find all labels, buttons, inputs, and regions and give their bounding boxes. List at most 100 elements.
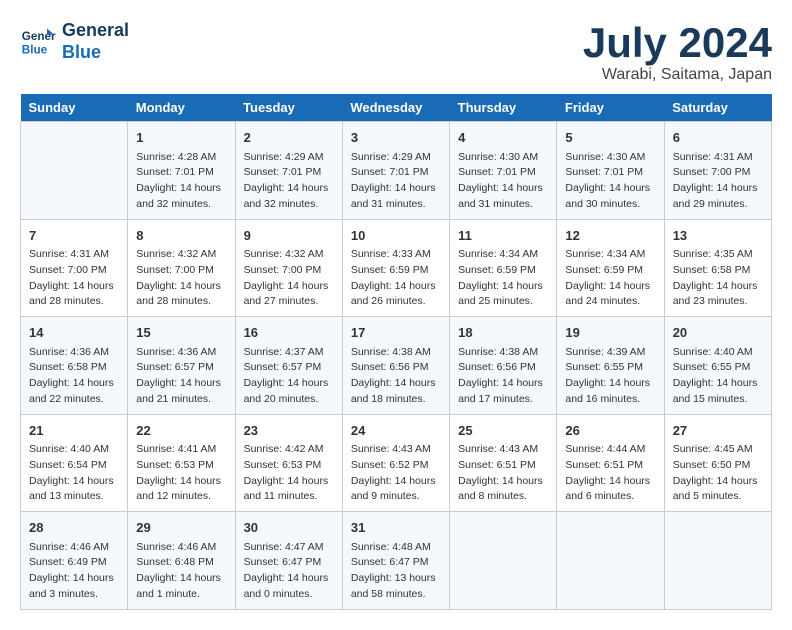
calendar-cell: 16Sunrise: 4:37 AM Sunset: 6:57 PM Dayli… [235,317,342,415]
day-info: Sunrise: 4:29 AM Sunset: 7:01 PM Dayligh… [351,150,441,213]
day-number: 6 [673,128,763,148]
day-number: 1 [136,128,226,148]
day-number: 17 [351,323,441,343]
calendar-cell: 22Sunrise: 4:41 AM Sunset: 6:53 PM Dayli… [128,414,235,512]
day-info: Sunrise: 4:38 AM Sunset: 6:56 PM Dayligh… [351,345,441,408]
calendar-cell: 25Sunrise: 4:43 AM Sunset: 6:51 PM Dayli… [450,414,557,512]
day-number: 26 [565,421,655,441]
calendar-cell: 10Sunrise: 4:33 AM Sunset: 6:59 PM Dayli… [342,219,449,317]
day-info: Sunrise: 4:40 AM Sunset: 6:54 PM Dayligh… [29,442,119,505]
day-number: 9 [244,226,334,246]
calendar-cell: 3Sunrise: 4:29 AM Sunset: 7:01 PM Daylig… [342,122,449,220]
main-title: July 2024 [583,20,772,66]
day-number: 10 [351,226,441,246]
svg-text:Blue: Blue [22,43,48,56]
calendar-cell: 26Sunrise: 4:44 AM Sunset: 6:51 PM Dayli… [557,414,664,512]
calendar-cell: 29Sunrise: 4:46 AM Sunset: 6:48 PM Dayli… [128,512,235,610]
day-info: Sunrise: 4:32 AM Sunset: 7:00 PM Dayligh… [244,247,334,310]
calendar-cell: 28Sunrise: 4:46 AM Sunset: 6:49 PM Dayli… [21,512,128,610]
day-info: Sunrise: 4:31 AM Sunset: 7:00 PM Dayligh… [673,150,763,213]
day-number: 20 [673,323,763,343]
calendar-day-header: Monday [128,94,235,122]
day-info: Sunrise: 4:48 AM Sunset: 6:47 PM Dayligh… [351,540,441,603]
calendar-cell: 17Sunrise: 4:38 AM Sunset: 6:56 PM Dayli… [342,317,449,415]
calendar-header-row: SundayMondayTuesdayWednesdayThursdayFrid… [21,94,772,122]
day-number: 3 [351,128,441,148]
calendar-cell: 24Sunrise: 4:43 AM Sunset: 6:52 PM Dayli… [342,414,449,512]
day-number: 22 [136,421,226,441]
day-info: Sunrise: 4:34 AM Sunset: 6:59 PM Dayligh… [565,247,655,310]
calendar-cell: 31Sunrise: 4:48 AM Sunset: 6:47 PM Dayli… [342,512,449,610]
day-info: Sunrise: 4:28 AM Sunset: 7:01 PM Dayligh… [136,150,226,213]
calendar-cell [557,512,664,610]
calendar-week-row: 21Sunrise: 4:40 AM Sunset: 6:54 PM Dayli… [21,414,772,512]
day-info: Sunrise: 4:43 AM Sunset: 6:51 PM Dayligh… [458,442,548,505]
logo: General Blue General Blue [20,20,129,63]
day-info: Sunrise: 4:38 AM Sunset: 6:56 PM Dayligh… [458,345,548,408]
day-number: 28 [29,518,119,538]
day-number: 15 [136,323,226,343]
calendar-week-row: 7Sunrise: 4:31 AM Sunset: 7:00 PM Daylig… [21,219,772,317]
calendar-cell: 5Sunrise: 4:30 AM Sunset: 7:01 PM Daylig… [557,122,664,220]
day-info: Sunrise: 4:29 AM Sunset: 7:01 PM Dayligh… [244,150,334,213]
day-number: 31 [351,518,441,538]
calendar-cell: 20Sunrise: 4:40 AM Sunset: 6:55 PM Dayli… [664,317,771,415]
day-info: Sunrise: 4:47 AM Sunset: 6:47 PM Dayligh… [244,540,334,603]
day-number: 18 [458,323,548,343]
calendar-cell: 8Sunrise: 4:32 AM Sunset: 7:00 PM Daylig… [128,219,235,317]
calendar-week-row: 14Sunrise: 4:36 AM Sunset: 6:58 PM Dayli… [21,317,772,415]
calendar-week-row: 28Sunrise: 4:46 AM Sunset: 6:49 PM Dayli… [21,512,772,610]
calendar-cell: 18Sunrise: 4:38 AM Sunset: 6:56 PM Dayli… [450,317,557,415]
calendar-day-header: Tuesday [235,94,342,122]
calendar-cell: 13Sunrise: 4:35 AM Sunset: 6:58 PM Dayli… [664,219,771,317]
day-info: Sunrise: 4:36 AM Sunset: 6:57 PM Dayligh… [136,345,226,408]
title-block: July 2024 Warabi, Saitama, Japan [583,20,772,84]
calendar-cell: 9Sunrise: 4:32 AM Sunset: 7:00 PM Daylig… [235,219,342,317]
calendar-cell: 7Sunrise: 4:31 AM Sunset: 7:00 PM Daylig… [21,219,128,317]
day-number: 7 [29,226,119,246]
day-info: Sunrise: 4:39 AM Sunset: 6:55 PM Dayligh… [565,345,655,408]
calendar-cell: 21Sunrise: 4:40 AM Sunset: 6:54 PM Dayli… [21,414,128,512]
day-number: 4 [458,128,548,148]
calendar-cell [664,512,771,610]
calendar-cell [450,512,557,610]
subtitle: Warabi, Saitama, Japan [583,66,772,84]
calendar-day-header: Wednesday [342,94,449,122]
calendar-cell [21,122,128,220]
calendar-table: SundayMondayTuesdayWednesdayThursdayFrid… [20,94,772,610]
calendar-cell: 14Sunrise: 4:36 AM Sunset: 6:58 PM Dayli… [21,317,128,415]
day-number: 23 [244,421,334,441]
day-info: Sunrise: 4:46 AM Sunset: 6:49 PM Dayligh… [29,540,119,603]
day-number: 16 [244,323,334,343]
day-number: 30 [244,518,334,538]
day-number: 12 [565,226,655,246]
day-number: 29 [136,518,226,538]
calendar-cell: 1Sunrise: 4:28 AM Sunset: 7:01 PM Daylig… [128,122,235,220]
day-number: 21 [29,421,119,441]
day-info: Sunrise: 4:44 AM Sunset: 6:51 PM Dayligh… [565,442,655,505]
day-info: Sunrise: 4:30 AM Sunset: 7:01 PM Dayligh… [565,150,655,213]
day-info: Sunrise: 4:37 AM Sunset: 6:57 PM Dayligh… [244,345,334,408]
day-info: Sunrise: 4:46 AM Sunset: 6:48 PM Dayligh… [136,540,226,603]
calendar-cell: 11Sunrise: 4:34 AM Sunset: 6:59 PM Dayli… [450,219,557,317]
day-info: Sunrise: 4:35 AM Sunset: 6:58 PM Dayligh… [673,247,763,310]
day-info: Sunrise: 4:34 AM Sunset: 6:59 PM Dayligh… [458,247,548,310]
logo-text: General Blue [62,20,129,63]
day-number: 19 [565,323,655,343]
calendar-day-header: Friday [557,94,664,122]
day-info: Sunrise: 4:31 AM Sunset: 7:00 PM Dayligh… [29,247,119,310]
day-info: Sunrise: 4:45 AM Sunset: 6:50 PM Dayligh… [673,442,763,505]
calendar-cell: 6Sunrise: 4:31 AM Sunset: 7:00 PM Daylig… [664,122,771,220]
calendar-cell: 2Sunrise: 4:29 AM Sunset: 7:01 PM Daylig… [235,122,342,220]
day-number: 11 [458,226,548,246]
calendar-cell: 30Sunrise: 4:47 AM Sunset: 6:47 PM Dayli… [235,512,342,610]
day-info: Sunrise: 4:41 AM Sunset: 6:53 PM Dayligh… [136,442,226,505]
calendar-day-header: Thursday [450,94,557,122]
day-info: Sunrise: 4:32 AM Sunset: 7:00 PM Dayligh… [136,247,226,310]
calendar-cell: 23Sunrise: 4:42 AM Sunset: 6:53 PM Dayli… [235,414,342,512]
calendar-week-row: 1Sunrise: 4:28 AM Sunset: 7:01 PM Daylig… [21,122,772,220]
page-header: General Blue General Blue July 2024 Wara… [20,20,772,84]
day-number: 25 [458,421,548,441]
calendar-cell: 19Sunrise: 4:39 AM Sunset: 6:55 PM Dayli… [557,317,664,415]
day-number: 2 [244,128,334,148]
